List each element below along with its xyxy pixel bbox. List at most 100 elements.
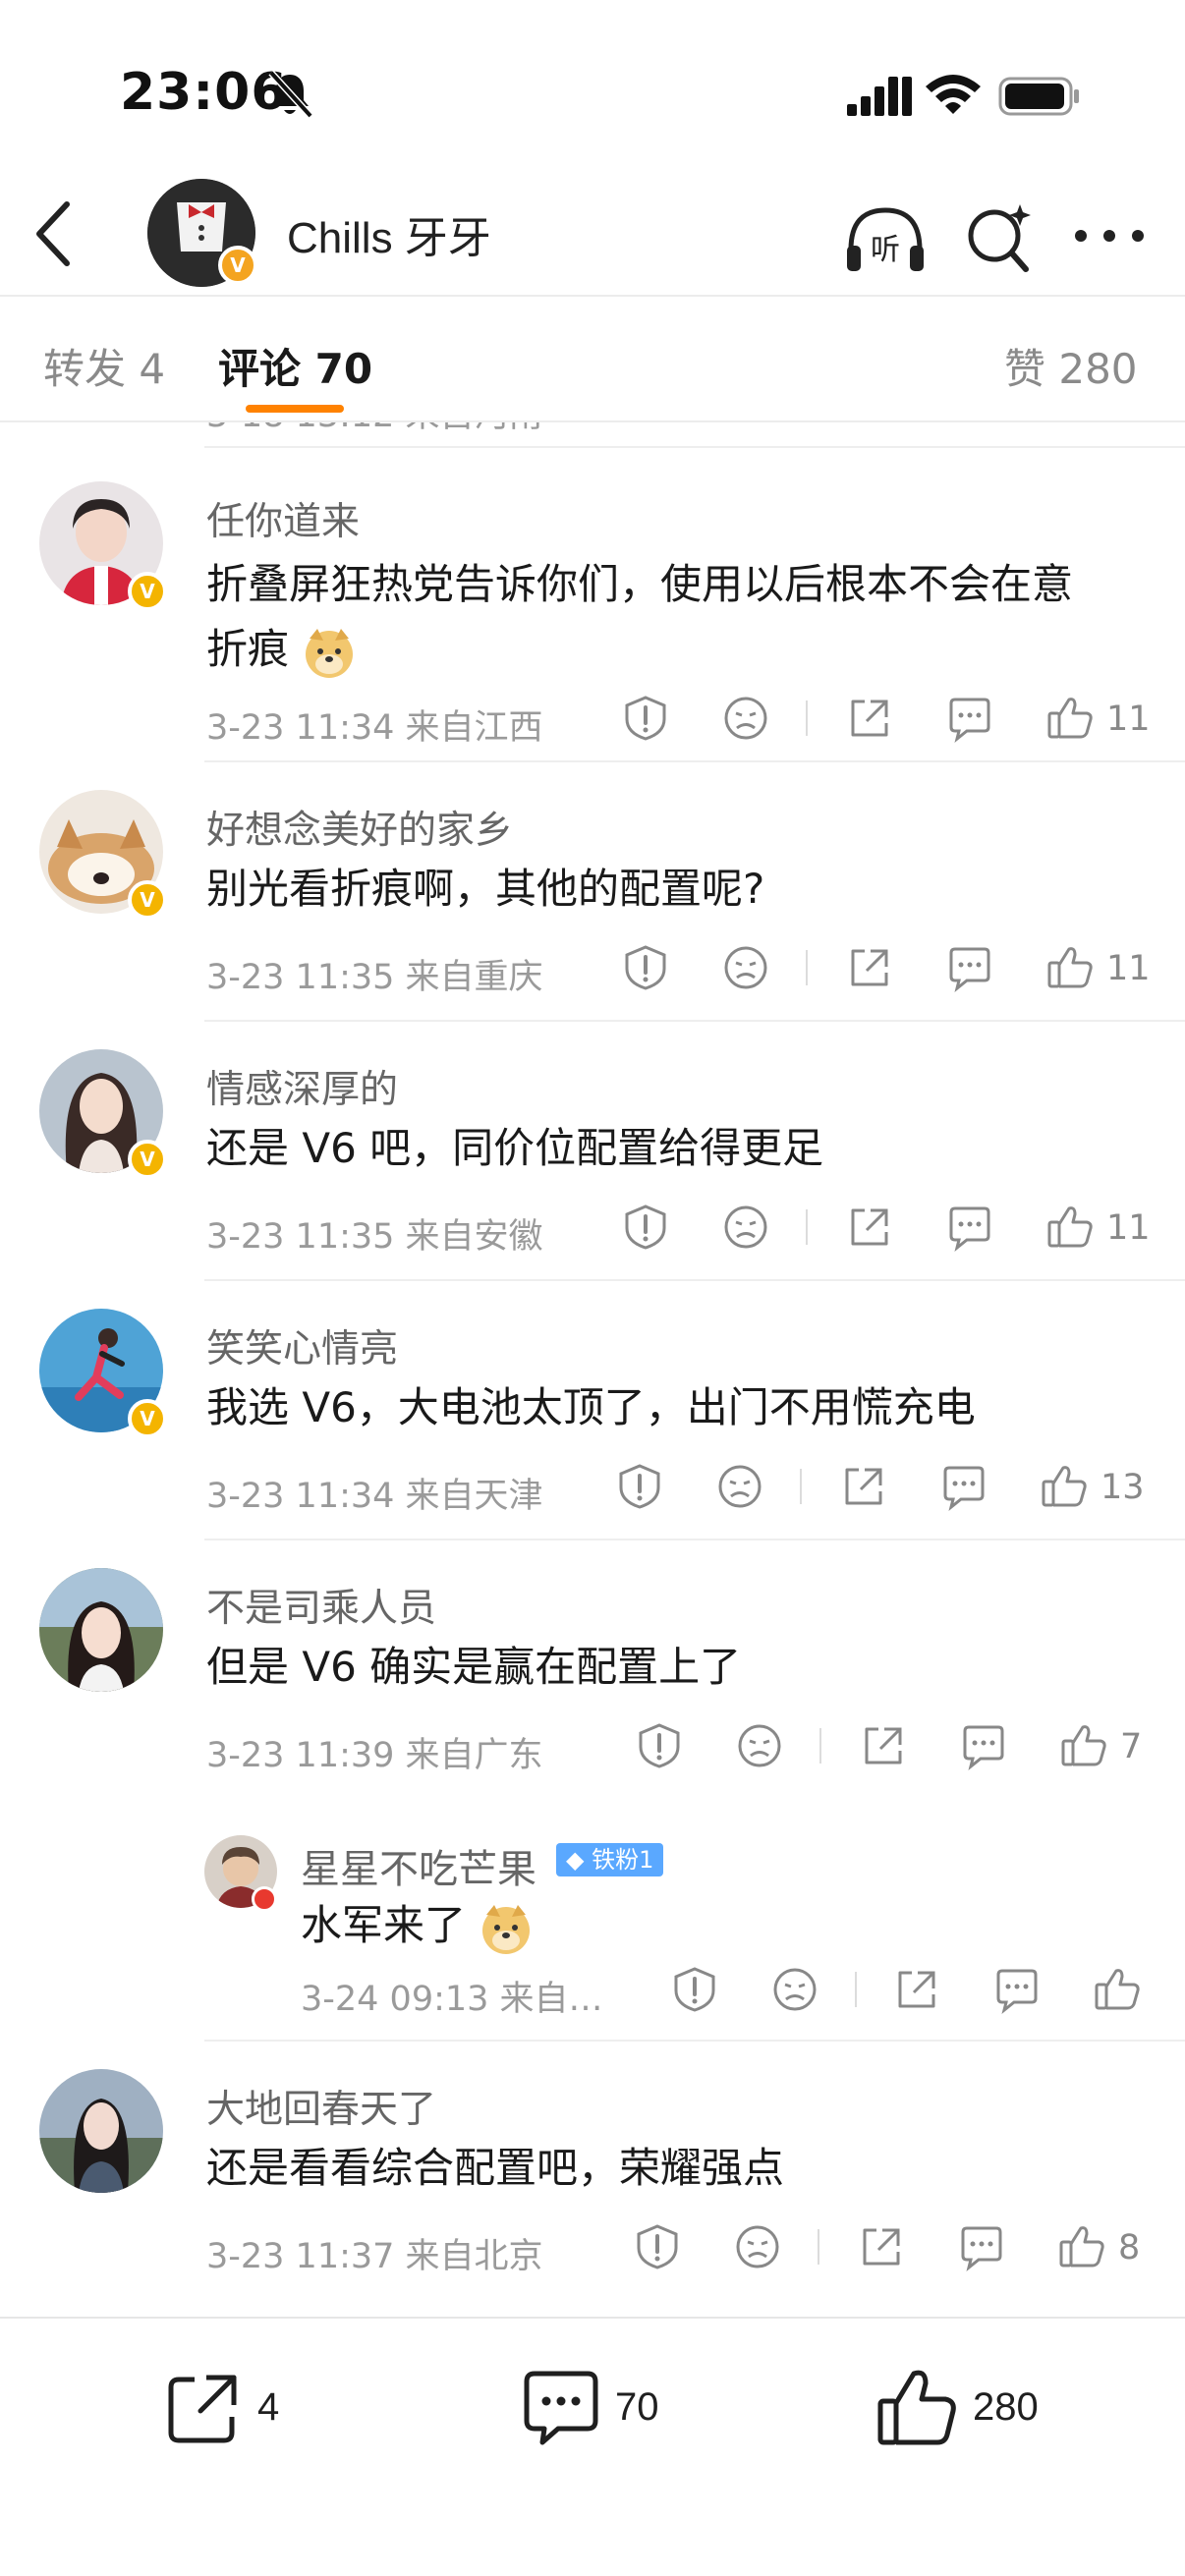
fan-level-label: 铁粉1 bbox=[592, 1846, 654, 1874]
author-name[interactable]: Chills 牙牙 bbox=[287, 202, 491, 265]
list-item[interactable]: V 笑笑心情亮 我选 V6，大电池太顶了，出门不用慌充电 3-23 11:34 … bbox=[0, 1281, 1185, 1540]
report-icon[interactable] bbox=[635, 1721, 684, 1770]
like-thumb-icon[interactable] bbox=[1045, 694, 1095, 743]
listen-headphones-icon[interactable]: 听 bbox=[843, 200, 928, 279]
share-icon[interactable] bbox=[845, 694, 894, 743]
reply-comment-icon[interactable] bbox=[945, 694, 994, 743]
tab-bar: 转发 4 评论 70 赞 280 bbox=[0, 297, 1185, 422]
verified-badge-icon: V bbox=[128, 1399, 167, 1438]
share-icon[interactable] bbox=[845, 1203, 894, 1252]
like-count-total: 280 bbox=[973, 2385, 1039, 2429]
doge-emoji-icon bbox=[306, 628, 354, 678]
report-icon[interactable] bbox=[633, 2222, 682, 2271]
dislike-face-icon[interactable] bbox=[733, 2222, 782, 2271]
repost-button[interactable]: 4 bbox=[161, 2366, 318, 2454]
comment-button[interactable]: 70 bbox=[519, 2366, 696, 2454]
reply-actions bbox=[670, 1965, 1152, 2024]
like-icon bbox=[877, 2370, 956, 2445]
list-item[interactable]: V 好想念美好的家乡 别光看折痕啊，其他的配置呢? 3-23 11:35 来自重… bbox=[0, 762, 1185, 1022]
report-icon[interactable] bbox=[670, 1965, 719, 2014]
share-icon[interactable] bbox=[892, 1965, 941, 2014]
like-count: 11 bbox=[1106, 700, 1151, 739]
share-icon[interactable] bbox=[857, 2222, 906, 2271]
dislike-face-icon[interactable] bbox=[715, 1462, 764, 1511]
comment-meta: 3-18 13:12 来自河南 bbox=[206, 422, 543, 437]
comment-username[interactable]: 不是司乘人员 bbox=[206, 1578, 436, 1633]
comment-text: 我选 V6，大电池太顶了，出门不用慌充电 bbox=[206, 1383, 976, 1431]
comment-actions: 11 bbox=[621, 1203, 1152, 1261]
comment-actions: 7 bbox=[635, 1721, 1152, 1780]
report-icon[interactable] bbox=[621, 694, 670, 743]
dislike-face-icon[interactable] bbox=[735, 1721, 784, 1770]
repost-count: 4 bbox=[257, 2385, 280, 2429]
doge-emoji-icon bbox=[482, 1904, 531, 1954]
like-thumb-icon[interactable] bbox=[1045, 943, 1095, 992]
tab-repost[interactable]: 转发 4 bbox=[43, 336, 165, 396]
comment-username[interactable]: 笑笑心情亮 bbox=[206, 1318, 398, 1373]
signal-icon bbox=[847, 77, 912, 116]
reply-username[interactable]: 星星不吃芒果 bbox=[301, 1837, 536, 1894]
reply-text-content: 水军来了 bbox=[301, 1901, 467, 1949]
reply-comment-icon[interactable] bbox=[992, 1965, 1042, 2014]
list-item[interactable]: 不是司乘人员 但是 V6 确实是赢在配置上了 3-23 11:39 来自广东 7… bbox=[0, 1540, 1185, 2042]
comment-username[interactable]: 大地回春天了 bbox=[206, 2079, 436, 2134]
reply-comment-icon[interactable] bbox=[945, 1203, 994, 1252]
dislike-face-icon[interactable] bbox=[721, 1203, 770, 1252]
reply-comment-icon[interactable] bbox=[945, 943, 994, 992]
like-thumb-icon[interactable] bbox=[1093, 1965, 1142, 2014]
dislike-face-icon[interactable] bbox=[770, 1965, 819, 2014]
like-count: 8 bbox=[1118, 2228, 1141, 2268]
like-thumb-icon[interactable] bbox=[1045, 1203, 1095, 1252]
share-icon[interactable] bbox=[859, 1721, 908, 1770]
bell-muted-icon bbox=[268, 70, 313, 119]
status-bar: 23:06 bbox=[0, 0, 1185, 167]
back-arrow-icon[interactable] bbox=[29, 196, 79, 271]
like-thumb-icon[interactable] bbox=[1040, 1462, 1089, 1511]
reply-comment-icon[interactable] bbox=[939, 1462, 988, 1511]
report-icon[interactable] bbox=[621, 1203, 670, 1252]
tab-likes[interactable]: 赞 280 bbox=[1004, 336, 1138, 396]
reply-meta: 3-24 09:13 来自… bbox=[301, 1980, 603, 2019]
tab-comments[interactable]: 评论 70 bbox=[218, 336, 372, 396]
status-time: 23:06 bbox=[120, 63, 288, 122]
report-icon[interactable] bbox=[621, 943, 670, 992]
dislike-face-icon[interactable] bbox=[721, 943, 770, 992]
verified-badge-icon: V bbox=[128, 880, 167, 920]
report-icon[interactable] bbox=[615, 1462, 664, 1511]
comment-text: 还是 V6 吧，同价位配置给得更足 bbox=[206, 1124, 824, 1172]
comment-actions: 11 bbox=[621, 694, 1152, 753]
share-icon[interactable] bbox=[839, 1462, 888, 1511]
repost-icon bbox=[168, 2375, 237, 2443]
list-item: 3-18 13:12 来自河南 bbox=[0, 422, 1185, 448]
comment-username[interactable]: 任你道来 bbox=[206, 491, 360, 546]
battery-icon bbox=[998, 77, 1079, 116]
search-icon[interactable] bbox=[963, 198, 1038, 277]
avatar[interactable] bbox=[39, 1568, 163, 1692]
tab-active-indicator bbox=[246, 405, 344, 413]
reply-comment-icon[interactable] bbox=[957, 2222, 1006, 2271]
like-thumb-icon[interactable] bbox=[1057, 2222, 1106, 2271]
diamond-icon: ◆ bbox=[566, 1846, 585, 1874]
like-count: 13 bbox=[1100, 1468, 1145, 1507]
comment-username[interactable]: 好想念美好的家乡 bbox=[206, 800, 513, 855]
like-count: 11 bbox=[1106, 949, 1151, 988]
like-count: 7 bbox=[1120, 1727, 1143, 1766]
comment-text-line: 折痕 bbox=[206, 625, 290, 673]
reply-comment-icon[interactable] bbox=[959, 1721, 1008, 1770]
comment-meta: 3-23 11:34 来自天津 bbox=[206, 1477, 543, 1516]
like-thumb-icon[interactable] bbox=[1059, 1721, 1108, 1770]
more-options-icon[interactable] bbox=[1071, 226, 1148, 246]
comment-text-line: 折叠屏狂热党告诉你们，使用以后根本不会在意 bbox=[206, 560, 1074, 608]
comment-username[interactable]: 情感深厚的 bbox=[206, 1059, 398, 1114]
comment-actions: 11 bbox=[621, 943, 1152, 1002]
list-item[interactable]: V 任你道来 折叠屏狂热党告诉你们，使用以后根本不会在意 折痕 3-23 11:… bbox=[0, 448, 1185, 762]
dislike-face-icon[interactable] bbox=[721, 694, 770, 743]
share-icon[interactable] bbox=[845, 943, 894, 992]
comment-icon bbox=[524, 2371, 598, 2445]
avatar[interactable] bbox=[39, 2069, 163, 2193]
like-button[interactable]: 280 bbox=[875, 2366, 1071, 2454]
verified-badge-icon: V bbox=[128, 572, 167, 611]
list-item[interactable]: V 情感深厚的 还是 V6 吧，同价位配置给得更足 3-23 11:35 来自安… bbox=[0, 1022, 1185, 1281]
list-item[interactable]: 大地回春天了 还是看看综合配置吧，荣耀强点 3-23 11:37 来自北京 8 bbox=[0, 2042, 1185, 2319]
fan-level-badge: ◆ 铁粉1 bbox=[556, 1843, 664, 1876]
